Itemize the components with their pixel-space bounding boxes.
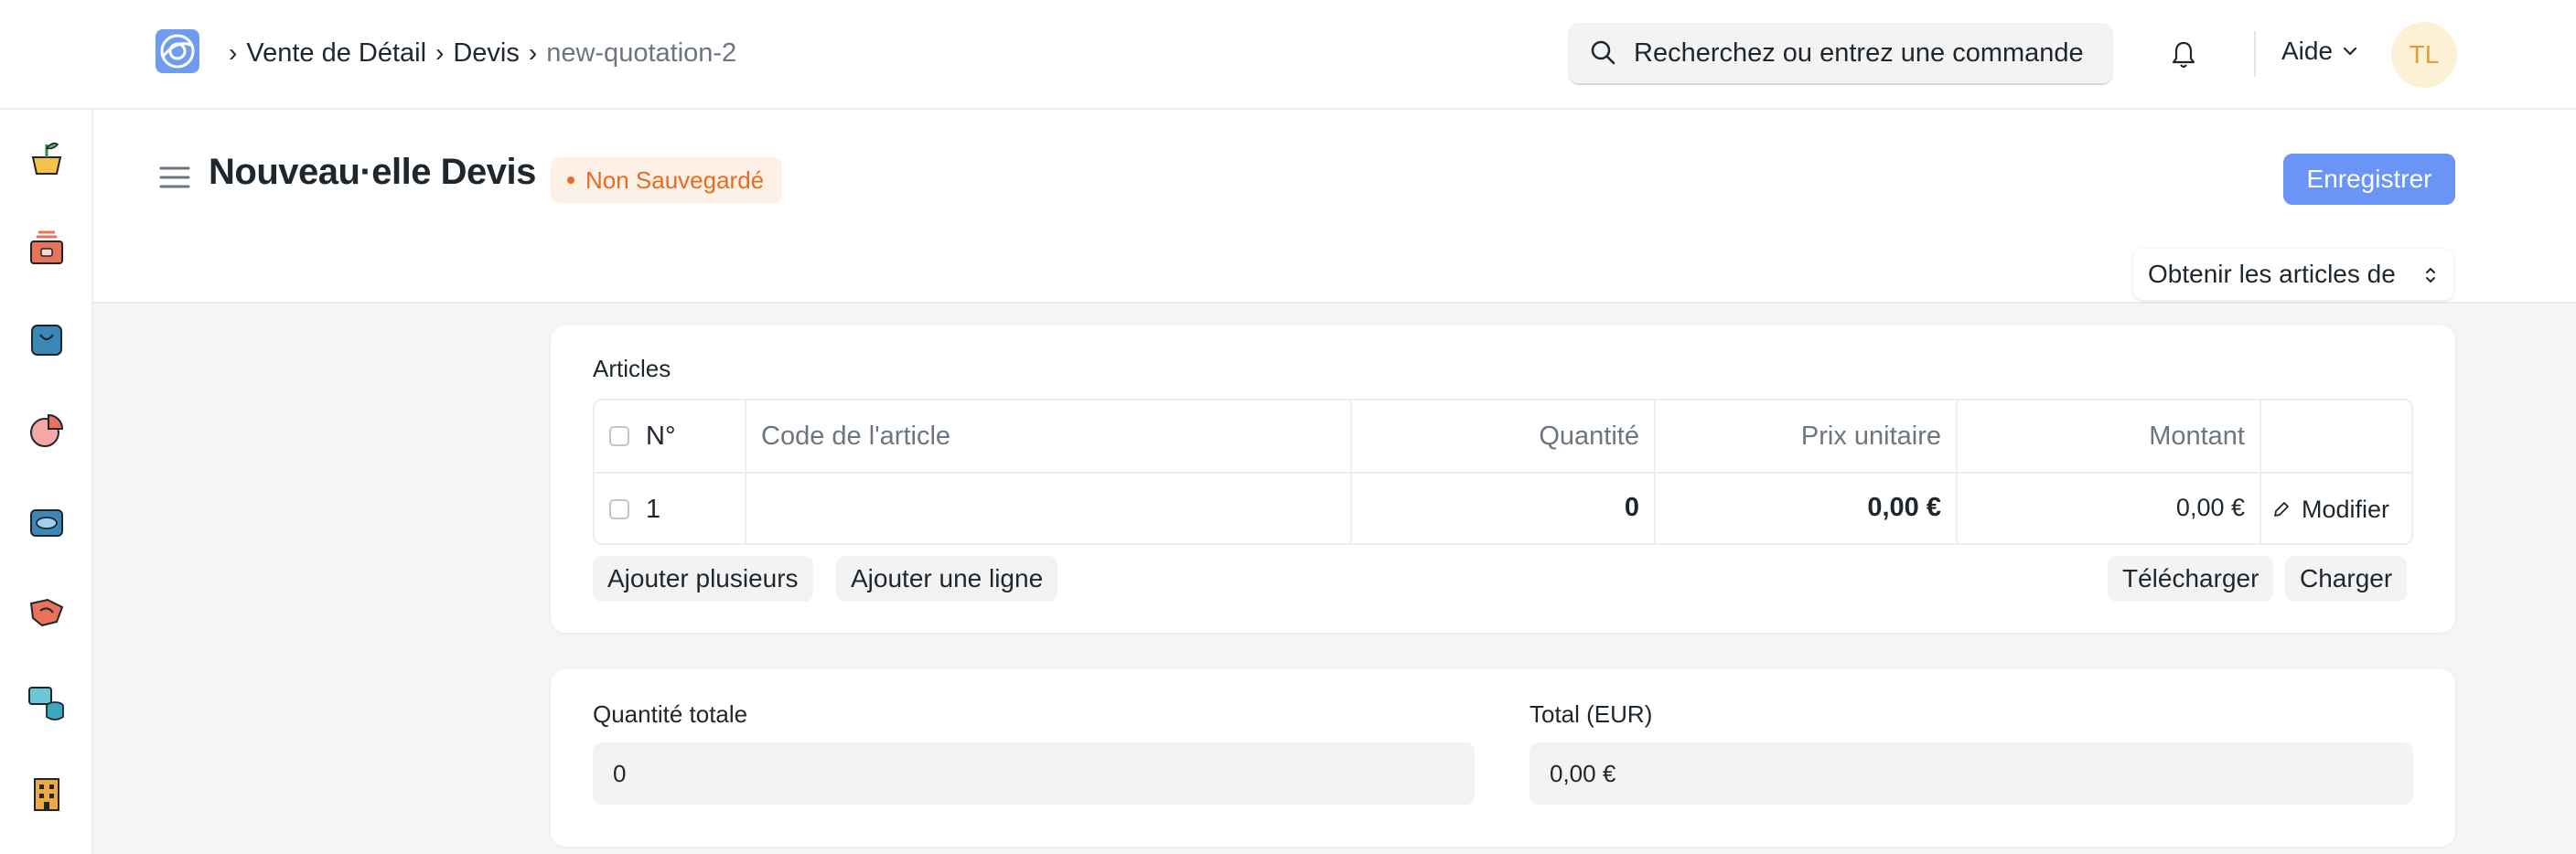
- pie-chart-icon[interactable]: [26, 410, 68, 452]
- page-title: Nouveau·elle Devis: [209, 152, 536, 192]
- hamburger-menu-icon[interactable]: [159, 165, 190, 190]
- column-divider: [745, 400, 746, 543]
- navbar-divider: [2254, 31, 2256, 77]
- status-dot-icon: [567, 176, 574, 184]
- column-header-no: N°: [646, 421, 676, 451]
- chevron-updown-icon: [2426, 267, 2435, 283]
- plant-pot-icon[interactable]: [26, 137, 68, 179]
- column-header-item-code: Code de l'article: [761, 421, 951, 451]
- items-section-label: Articles: [593, 355, 671, 382]
- database-chat-icon[interactable]: [26, 682, 68, 724]
- edit-row-button[interactable]: Modifier: [2272, 474, 2410, 545]
- quantity-cell[interactable]: 0: [1352, 472, 1639, 543]
- avatar[interactable]: TL: [2391, 22, 2457, 88]
- building-icon[interactable]: [26, 774, 68, 816]
- shopping-bag-icon[interactable]: [26, 318, 68, 360]
- total-amount-label: Total (EUR): [1530, 700, 1653, 728]
- get-items-label: Obtenir les articles de: [2148, 260, 2396, 288]
- breadcrumb-item-current: new-quotation-2: [546, 37, 737, 68]
- chevron-right-icon: ›: [435, 38, 445, 67]
- items-table: N° Code de l'article Quantité Prix unita…: [593, 399, 2413, 545]
- status-badge: Non Sauvegardé: [551, 157, 783, 203]
- wallet-icon[interactable]: [26, 501, 68, 543]
- breadcrumb: › Vente de Détail › Devis › new-quotatio…: [220, 33, 736, 73]
- pencil-icon: [2274, 502, 2289, 517]
- total-quantity-label: Quantité totale: [593, 700, 748, 728]
- search-placeholder: Recherchez ou entrez une commande: [1634, 37, 2084, 68]
- column-header-amount: Montant: [2149, 421, 2245, 451]
- select-all-checkbox[interactable]: [609, 426, 629, 446]
- add-row-button[interactable]: Ajouter une ligne: [836, 556, 1058, 602]
- breadcrumb-item-retail[interactable]: Vente de Détail: [246, 38, 426, 69]
- help-dropdown[interactable]: Aide: [2281, 37, 2358, 66]
- row-number: 1: [646, 494, 661, 524]
- get-items-from-select[interactable]: Obtenir les articles de: [2133, 249, 2453, 300]
- total-quantity-field: 0: [593, 742, 1475, 805]
- column-header-rate: Prix unitaire: [1800, 421, 1941, 451]
- search-icon: [1591, 40, 1615, 65]
- handshake-icon[interactable]: [26, 591, 68, 633]
- top-navbar: › Vente de Détail › Devis › new-quotatio…: [0, 0, 2576, 110]
- notification-bell-icon[interactable]: [2168, 38, 2199, 71]
- chevron-right-icon: ›: [229, 38, 238, 67]
- edit-row-label: Modifier: [2302, 495, 2390, 523]
- amount-cell: 0,00 €: [2175, 493, 2245, 521]
- column-header-quantity: Quantité: [1539, 421, 1639, 451]
- search-input[interactable]: Recherchez ou entrez une commande: [1568, 23, 2113, 85]
- save-button[interactable]: Enregistrer: [2283, 154, 2455, 205]
- app-sidebar: [0, 110, 93, 854]
- app-logo-icon[interactable]: [156, 29, 199, 73]
- rate-cell[interactable]: 0,00 €: [1656, 472, 1941, 543]
- column-divider: [2259, 400, 2261, 543]
- total-amount-field: 0,00 €: [1530, 742, 2413, 805]
- add-multiple-button[interactable]: Ajouter plusieurs: [593, 556, 813, 602]
- cash-register-icon[interactable]: [26, 227, 68, 269]
- chevron-right-icon: ›: [528, 38, 538, 67]
- breadcrumb-item-quotation[interactable]: Devis: [453, 38, 520, 69]
- help-label: Aide: [2281, 37, 2334, 65]
- chevron-down-icon: [2343, 47, 2357, 56]
- item-code-cell[interactable]: [761, 474, 1328, 545]
- status-badge-label: Non Sauvegardé: [585, 165, 765, 194]
- upload-button[interactable]: Charger: [2285, 556, 2408, 602]
- row-checkbox[interactable]: [609, 499, 629, 519]
- download-button[interactable]: Télécharger: [2108, 556, 2274, 602]
